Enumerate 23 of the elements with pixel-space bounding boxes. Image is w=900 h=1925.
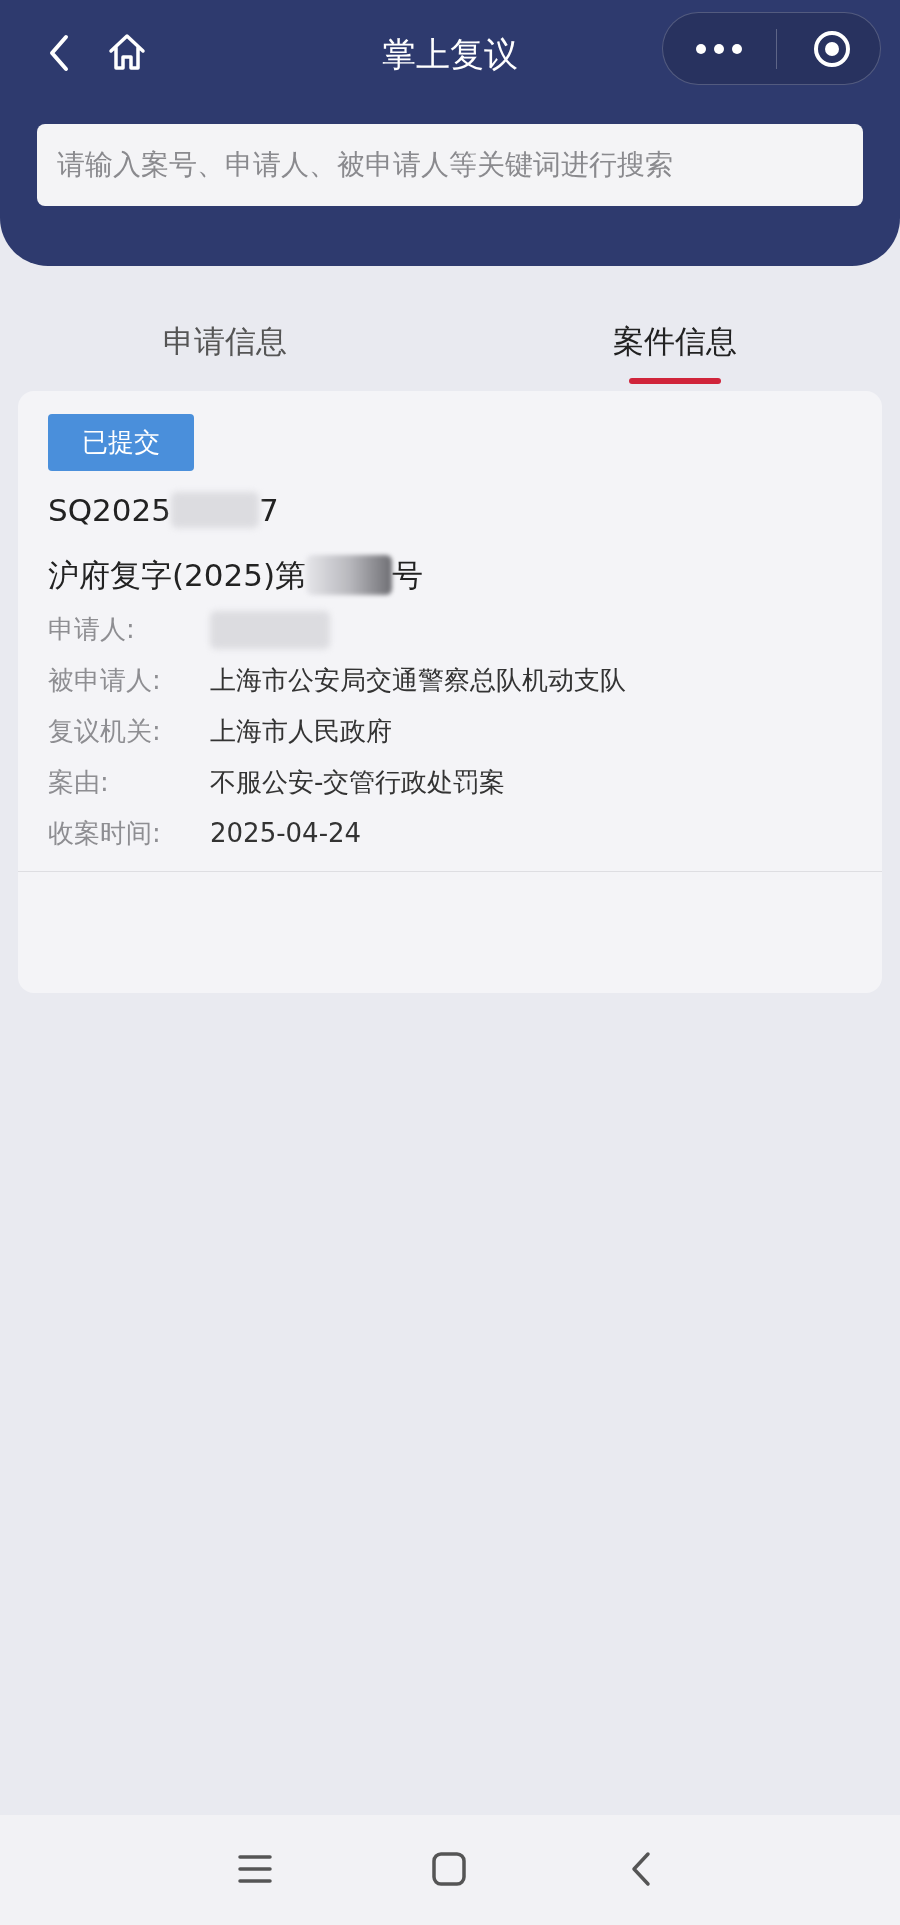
back-icon[interactable]	[630, 1851, 652, 1887]
field-label: 收案时间:	[48, 817, 162, 850]
tab[interactable]: 申请信息	[163, 306, 287, 365]
case-number-end: 7	[259, 491, 279, 530]
field-label: 复议机关:	[48, 715, 162, 748]
case-title: 沪府复字(2025)第	[48, 555, 307, 595]
home-icon[interactable]	[107, 32, 147, 72]
home-button-icon[interactable]	[432, 1852, 466, 1886]
case-number: SQ2025	[48, 491, 171, 530]
field-value: 上海市人民政府	[210, 715, 392, 748]
field-label: 被申请人:	[48, 664, 162, 697]
case-title-end: 号	[392, 555, 424, 595]
page-title: 掌上复议	[382, 33, 518, 76]
field-value: 2025-04-24	[210, 817, 362, 850]
tab[interactable]: 案件信息	[613, 306, 737, 365]
field-label: 案由:	[48, 766, 110, 799]
status-badge: 已提交	[48, 414, 194, 471]
more-icon[interactable]	[695, 42, 743, 55]
menu-icon[interactable]	[238, 1853, 272, 1885]
field-value: 上海市公安局交通警察总队机动支队	[210, 664, 626, 697]
field-value: 不服公安-交管行政处罚案	[210, 766, 506, 799]
field-label: 申请人:	[48, 613, 136, 646]
search-field[interactable]: 请输入案号、申请人、被申请人等关键词进行搜索	[37, 124, 863, 206]
